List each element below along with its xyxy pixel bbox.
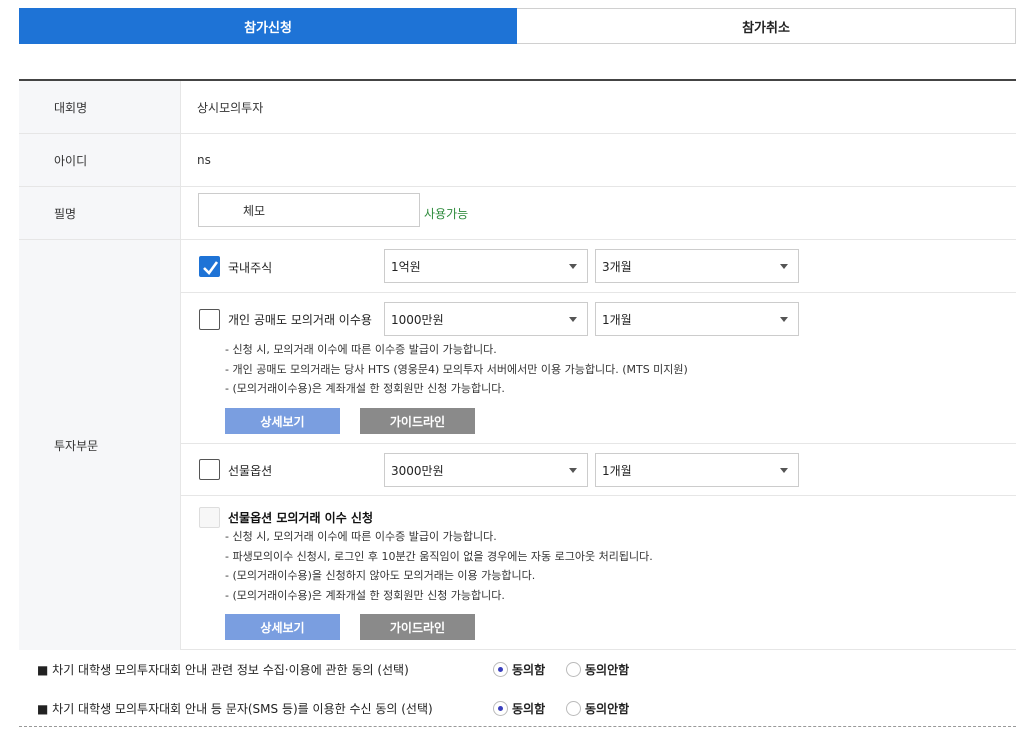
- tab-apply[interactable]: 참가신청: [19, 8, 517, 44]
- chevron-down-icon: [569, 468, 577, 473]
- futures-period-value: 1개월: [602, 463, 632, 478]
- futures-amount-select[interactable]: 3000만원: [384, 453, 588, 487]
- futures-course-title: 선물옵션 모의거래 이수 신청: [228, 511, 374, 525]
- short-amount-value: 1000만원: [391, 312, 444, 327]
- note-line: - 신청 시, 모의거래 이수에 따른 이수증 발급이 가능합니다.: [225, 343, 497, 356]
- chevron-down-icon: [780, 317, 788, 322]
- short-label: 개인 공매도 모의거래 이수용: [228, 313, 372, 327]
- note-line: - (모의거래이수용)을 신청하지 않아도 모의거래는 이용 가능합니다.: [225, 569, 536, 582]
- invest-label: 투자부문: [19, 240, 181, 650]
- short-period-select[interactable]: 1개월: [595, 302, 799, 336]
- bottom-divider: [19, 726, 1016, 727]
- domestic-checkbox[interactable]: [199, 256, 220, 277]
- contest-value: 상시모의투자: [197, 100, 264, 115]
- futures-course-section: 선물옵션 모의거래 이수 신청 - 신청 시, 모의거래 이수에 따른 이수증 …: [181, 496, 1016, 650]
- futures-label: 선물옵션: [228, 464, 273, 478]
- chevron-down-icon: [780, 468, 788, 473]
- consent-sms-agree-label[interactable]: 동의함: [512, 700, 545, 717]
- short-amount-select[interactable]: 1000만원: [384, 302, 588, 336]
- futures-period-select[interactable]: 1개월: [595, 453, 799, 487]
- short-guide-button[interactable]: 가이드라인: [360, 408, 475, 434]
- note-line: - 개인 공매도 모의거래는 당사 HTS (영웅문4) 모의투자 서버에서만 …: [225, 362, 688, 376]
- short-detail-button[interactable]: 상세보기: [225, 408, 340, 434]
- chevron-down-icon: [780, 264, 788, 269]
- nickname-status: 사용가능: [424, 206, 469, 221]
- chevron-down-icon: [569, 317, 577, 322]
- short-checkbox[interactable]: [199, 309, 220, 330]
- consent-sms-disagree-radio[interactable]: [566, 701, 581, 716]
- contest-label: 대회명: [19, 81, 181, 133]
- tab-bar: 참가신청 참가취소: [19, 8, 1016, 44]
- note-line: - 신청 시, 모의거래 이수에 따른 이수증 발급이 가능합니다.: [225, 530, 497, 543]
- consent-info-disagree-label[interactable]: 동의안함: [585, 661, 629, 678]
- consent-sms-agree-radio[interactable]: [493, 701, 508, 716]
- consent-info-text: ■ 차기 대학생 모의투자대회 안내 관련 정보 수집·이용에 관한 동의 (선…: [37, 663, 409, 677]
- contest-row: 대회명 상시모의투자: [19, 81, 1016, 134]
- short-period-value: 1개월: [602, 312, 632, 327]
- futures-section: 선물옵션 3000만원 1개월: [181, 444, 1016, 496]
- consent-info-disagree-radio[interactable]: [566, 662, 581, 677]
- id-row: 아이디 ns: [19, 134, 1016, 187]
- futures-checkbox[interactable]: [199, 459, 220, 480]
- id-value: ns: [197, 153, 211, 167]
- futures-amount-value: 3000만원: [391, 463, 444, 478]
- id-label: 아이디: [19, 134, 181, 186]
- domestic-label: 국내주식: [228, 261, 273, 275]
- futures-course-checkbox[interactable]: [199, 507, 220, 528]
- consent-info-agree-radio[interactable]: [493, 662, 508, 677]
- domestic-section: 국내주식 1억원 3개월: [181, 240, 1016, 293]
- domestic-period-select[interactable]: 3개월: [595, 249, 799, 283]
- tab-cancel[interactable]: 참가취소: [517, 8, 1016, 44]
- note-line: - (모의거래이수용)은 계좌개설 한 정회원만 신청 가능합니다.: [225, 588, 505, 602]
- consent-sms-text: ■ 차기 대학생 모의투자대회 안내 등 문자(SMS 등)를 이용한 수신 동…: [37, 702, 433, 716]
- short-notes: - 신청 시, 모의거래 이수에 따른 이수증 발급이 가능합니다. - 개인 …: [225, 340, 688, 399]
- futures-detail-button[interactable]: 상세보기: [225, 614, 340, 640]
- domestic-amount-value: 1억원: [391, 259, 421, 274]
- chevron-down-icon: [569, 264, 577, 269]
- note-line: - (모의거래이수용)은 계좌개설 한 정회원만 신청 가능합니다.: [225, 382, 505, 395]
- nickname-label: 필명: [19, 187, 181, 239]
- nickname-input[interactable]: 체모: [198, 193, 420, 227]
- domestic-period-value: 3개월: [602, 259, 632, 274]
- domestic-amount-select[interactable]: 1억원: [384, 249, 588, 283]
- short-section: 개인 공매도 모의거래 이수용 1000만원 1개월 - 신청 시, 모의거래 …: [181, 293, 1016, 444]
- note-line: - 파생모의이수 신청시, 로그인 후 10분간 움직임이 없을 경우에는 자동…: [225, 549, 653, 563]
- check-icon: [203, 261, 219, 275]
- consent-info-agree-label[interactable]: 동의함: [512, 661, 545, 678]
- nickname-row: 필명 체모 사용가능: [19, 187, 1016, 240]
- futures-course-notes: - 신청 시, 모의거래 이수에 따른 이수증 발급이 가능합니다. - 파생모…: [225, 527, 653, 605]
- futures-guide-button[interactable]: 가이드라인: [360, 614, 475, 640]
- consent-sms-disagree-label[interactable]: 동의안함: [585, 700, 629, 717]
